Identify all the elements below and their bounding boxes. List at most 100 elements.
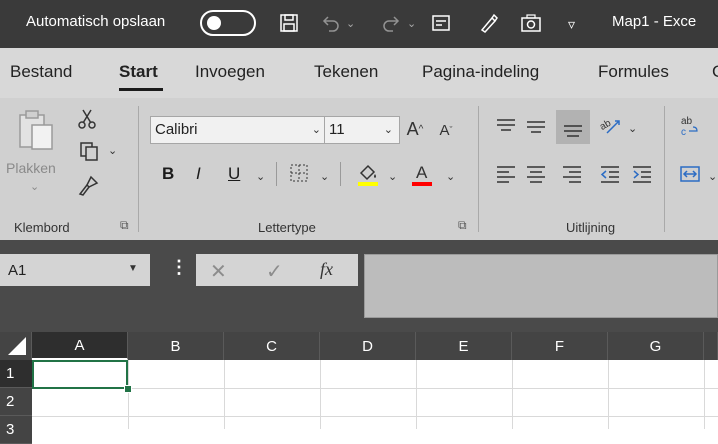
row-header-3[interactable]: 3 bbox=[0, 416, 32, 444]
underline-button[interactable]: U bbox=[228, 164, 240, 184]
orientation-icon[interactable]: ab bbox=[598, 114, 624, 138]
save-icon[interactable] bbox=[276, 10, 302, 36]
decrease-indent-icon[interactable] bbox=[598, 162, 622, 186]
gridline bbox=[128, 360, 129, 429]
clipboard-launcher-icon[interactable]: ⧉ bbox=[120, 218, 129, 233]
align-bottom-icon[interactable] bbox=[556, 110, 590, 144]
font-name-value: Calibri bbox=[155, 121, 198, 138]
confirm-icon[interactable]: ✓ bbox=[266, 259, 283, 284]
align-left-icon[interactable] bbox=[494, 162, 518, 186]
title-bar: Automatisch opslaan ⌄ ⌄ ▿ Map1 - Exce bbox=[0, 0, 718, 48]
form-icon[interactable] bbox=[428, 10, 454, 36]
group-label-lettertype: Lettertype bbox=[258, 220, 316, 235]
copy-dropdown-icon[interactable]: ⌄ bbox=[108, 144, 117, 157]
name-box[interactable]: A1 ▼ bbox=[0, 254, 150, 286]
paste-dropdown-icon[interactable]: ⌄ bbox=[30, 180, 39, 193]
italic-button[interactable]: I bbox=[196, 164, 201, 184]
font-size-box[interactable]: 11 ⌄ bbox=[324, 116, 400, 144]
fill-color-icon[interactable] bbox=[354, 160, 382, 188]
format-painter-icon[interactable] bbox=[76, 174, 100, 198]
customize-toolbar-icon[interactable]: ▿ bbox=[568, 16, 575, 33]
align-right-icon[interactable] bbox=[560, 162, 584, 186]
tab-start[interactable]: Start bbox=[119, 62, 158, 82]
column-header-e[interactable]: E bbox=[416, 332, 512, 360]
paste-label[interactable]: Plakken bbox=[6, 160, 56, 176]
tab-tekenen[interactable]: Tekenen bbox=[314, 62, 378, 82]
selected-cell-a1[interactable] bbox=[32, 360, 128, 389]
touch-draw-icon[interactable] bbox=[476, 10, 502, 36]
formula-input[interactable] bbox=[364, 254, 718, 318]
gridline bbox=[224, 360, 225, 429]
tab-more[interactable]: G bbox=[712, 62, 718, 82]
font-color-dropdown-icon[interactable]: ⌄ bbox=[446, 170, 455, 183]
insert-function-icon[interactable]: fx bbox=[320, 259, 333, 280]
font-size-dropdown-icon[interactable]: ⌄ bbox=[384, 123, 393, 136]
fill-color-dropdown-icon[interactable]: ⌄ bbox=[388, 170, 397, 183]
align-top-icon[interactable] bbox=[494, 114, 518, 138]
fill-handle[interactable] bbox=[124, 385, 132, 393]
cancel-icon[interactable]: ✕ bbox=[210, 259, 227, 284]
column-header-b[interactable]: B bbox=[128, 332, 224, 360]
tab-invoegen[interactable]: Invoegen bbox=[195, 62, 265, 82]
font-name-box[interactable]: Calibri ⌄ bbox=[150, 116, 326, 144]
tab-formules[interactable]: Formules bbox=[598, 62, 669, 82]
group-separator bbox=[138, 106, 139, 232]
tab-bestand[interactable]: Bestand bbox=[10, 62, 72, 82]
font-color-icon[interactable]: A bbox=[408, 160, 436, 188]
borders-icon[interactable] bbox=[288, 162, 310, 184]
gridline bbox=[608, 360, 609, 429]
tab-pagina-indeling[interactable]: Pagina-indeling bbox=[422, 62, 539, 82]
paste-icon[interactable] bbox=[14, 106, 58, 154]
merge-center-icon[interactable] bbox=[678, 162, 702, 186]
name-box-value: A1 bbox=[8, 262, 27, 279]
redo-icon[interactable] bbox=[378, 10, 404, 36]
row-header-1[interactable]: 1 bbox=[0, 360, 32, 388]
column-header-g[interactable]: G bbox=[608, 332, 704, 360]
name-box-dropdown-icon[interactable]: ▼ bbox=[128, 263, 138, 274]
merge-dropdown-icon[interactable]: ⌄ bbox=[708, 170, 717, 183]
autosave-toggle[interactable] bbox=[200, 10, 256, 36]
gridline bbox=[320, 360, 321, 429]
grow-font-icon[interactable]: A ^ bbox=[402, 116, 428, 142]
shrink-font-icon[interactable]: Aˇ bbox=[434, 118, 458, 142]
ribbon: Plakken ⌄ ⌄ Klembord ⧉ Calibri ⌄ 11 ⌄ A ^… bbox=[0, 98, 718, 240]
align-middle-icon[interactable] bbox=[524, 114, 548, 138]
underline-dropdown-icon[interactable]: ⌄ bbox=[256, 170, 265, 183]
borders-dropdown-icon[interactable]: ⌄ bbox=[320, 170, 329, 183]
cut-icon[interactable] bbox=[76, 108, 98, 130]
font-size-value: 11 bbox=[329, 121, 345, 138]
formula-buttons: ✕ ✓ fx bbox=[196, 254, 358, 286]
undo-icon[interactable] bbox=[318, 10, 344, 36]
increase-indent-icon[interactable] bbox=[630, 162, 654, 186]
align-center-icon[interactable] bbox=[524, 162, 548, 186]
bold-button[interactable]: B bbox=[162, 164, 174, 184]
row-header-2[interactable]: 2 bbox=[0, 388, 32, 416]
undo-dropdown-icon[interactable]: ⌄ bbox=[346, 17, 355, 30]
svg-text:ab: ab bbox=[599, 118, 613, 133]
formula-bar: A1 ▼ ⋮ ✕ ✓ fx bbox=[0, 240, 718, 332]
button-separator bbox=[276, 162, 277, 186]
column-header-d[interactable]: D bbox=[320, 332, 416, 360]
svg-text:A: A bbox=[416, 163, 428, 182]
column-header-c[interactable]: C bbox=[224, 332, 320, 360]
wrap-text-icon[interactable]: ab c bbox=[678, 112, 702, 138]
column-header-partial[interactable] bbox=[704, 332, 718, 360]
orientation-dropdown-icon[interactable]: ⌄ bbox=[628, 122, 637, 135]
select-all-corner[interactable] bbox=[0, 332, 32, 360]
font-launcher-icon[interactable]: ⧉ bbox=[458, 218, 467, 233]
column-header-a[interactable]: A bbox=[32, 332, 128, 360]
column-header-f[interactable]: F bbox=[512, 332, 608, 360]
font-name-dropdown-icon[interactable]: ⌄ bbox=[312, 123, 321, 136]
active-tab-indicator bbox=[119, 88, 163, 91]
camera-icon[interactable] bbox=[518, 10, 544, 36]
gridline bbox=[32, 388, 718, 389]
gridline bbox=[512, 360, 513, 429]
redo-dropdown-icon[interactable]: ⌄ bbox=[407, 17, 416, 30]
copy-icon[interactable] bbox=[76, 140, 102, 162]
more-options-icon[interactable]: ⋮ bbox=[170, 258, 188, 276]
button-separator bbox=[340, 162, 341, 186]
workbook-title: Map1 - Exce bbox=[612, 13, 697, 30]
group-separator bbox=[478, 106, 479, 232]
spreadsheet-grid: A B C D E F G 1 2 3 bbox=[0, 332, 718, 444]
svg-text:ab: ab bbox=[681, 116, 693, 127]
